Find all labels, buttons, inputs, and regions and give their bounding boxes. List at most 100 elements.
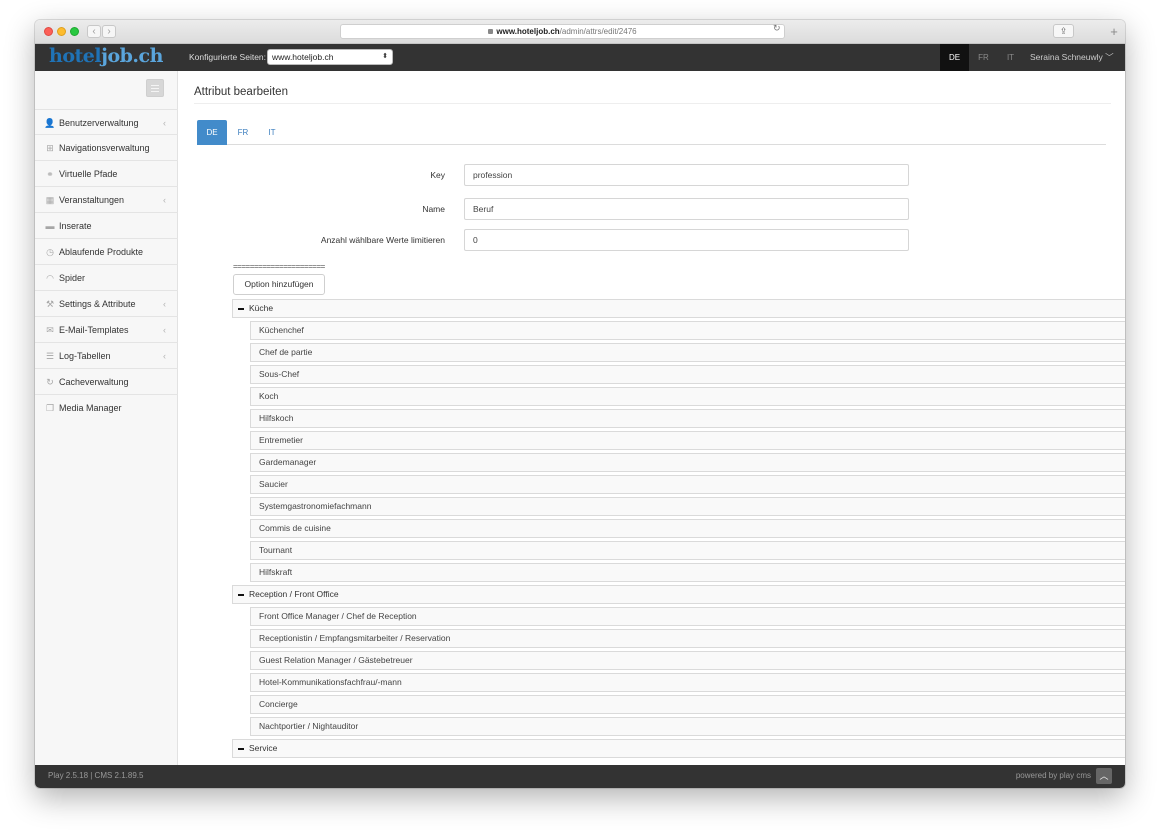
back-icon[interactable]: ‹ <box>87 25 101 38</box>
option-tree: Küche Küchenchef Chef de partie Sous-Che… <box>232 299 1125 761</box>
forward-icon[interactable]: › <box>102 25 116 38</box>
sidebar-item-label: E-Mail-Templates <box>59 325 129 335</box>
sidebar-item-benutzerverwaltung[interactable]: 👤 Benutzerverwaltung ‹ <box>35 109 178 135</box>
hamburger-line <box>151 85 159 86</box>
list-icon: ☰ <box>45 351 55 361</box>
sidebar-item-label: Inserate <box>59 221 92 231</box>
sidebar-item-inserate[interactable]: ▬ Inserate <box>35 213 178 239</box>
sidebar-item-ablaufende-produkte[interactable]: ◷ Ablaufende Produkte <box>35 239 178 265</box>
calendar-icon: ▦ <box>45 195 55 205</box>
wrench-icon: ⚒ <box>45 299 55 309</box>
zoom-window-button[interactable] <box>70 27 79 36</box>
option-item[interactable]: Front Office Manager / Chef de Reception <box>250 607 1125 626</box>
key-label: Key <box>430 170 445 180</box>
limit-input[interactable]: 0 <box>464 229 909 251</box>
option-item[interactable]: Systemgastronomiefachmann <box>250 497 1125 516</box>
sidebar-item-label: Navigationsverwaltung <box>59 143 150 153</box>
user-name: Seraina Schneuwly <box>1030 52 1103 62</box>
sidebar-item-veranstaltungen[interactable]: ▦ Veranstaltungen ‹ <box>35 187 178 213</box>
option-group-kueche[interactable]: Küche <box>232 299 1125 318</box>
sidebar-item-label: Cacheverwaltung <box>59 377 129 387</box>
sidebar-item-log-tabellen[interactable]: ☰ Log-Tabellen ‹ <box>35 343 178 369</box>
option-item[interactable]: Tournant <box>250 541 1125 560</box>
sidebar-item-label: Virtuelle Pfade <box>59 169 118 179</box>
sidebar-item-spider[interactable]: ◠ Spider <box>35 265 178 291</box>
logo-accent: job.ch <box>101 45 163 67</box>
browser-window: ‹ › www.hoteljob.ch/admin/attrs/edit/247… <box>35 20 1125 788</box>
key-row: Key profession <box>178 164 1125 186</box>
scroll-to-top-icon[interactable]: ︿ <box>1096 768 1112 784</box>
sidebar-item-virtuelle-pfade[interactable]: ⚭ Virtuelle Pfade <box>35 161 178 187</box>
key-input[interactable]: profession <box>464 164 909 186</box>
chevron-left-icon: ‹ <box>163 299 166 309</box>
language-it[interactable]: IT <box>996 44 1025 71</box>
collapse-icon[interactable] <box>238 594 244 596</box>
new-tab-icon[interactable]: + <box>1107 25 1121 40</box>
close-window-button[interactable] <box>44 27 53 36</box>
option-item[interactable]: Hilfskoch <box>250 409 1125 428</box>
tab-fr[interactable]: FR <box>228 120 258 145</box>
sidebar-item-cacheverwaltung[interactable]: ↻ Cacheverwaltung <box>35 369 178 395</box>
site-select[interactable]: www.hoteljob.ch ⬍ <box>267 49 393 65</box>
version-info: Play 2.5.18 | CMS 2.1.89.5 <box>48 771 144 780</box>
sidebar-item-media-manager[interactable]: ❐ Media Manager <box>35 395 178 421</box>
name-input[interactable]: Beruf <box>464 198 909 220</box>
option-item[interactable]: Chef de partie <box>250 343 1125 362</box>
site-select-value: www.hoteljob.ch <box>272 52 334 62</box>
collapse-icon[interactable] <box>238 748 244 750</box>
option-item[interactable]: Küchenchef <box>250 321 1125 340</box>
collapse-icon[interactable] <box>238 308 244 310</box>
envelope-icon: ✉ <box>46 325 54 335</box>
tab-it[interactable]: IT <box>257 120 287 145</box>
select-arrows-icon: ⬍ <box>382 53 388 60</box>
hoteljob-logo[interactable]: hoteljob.ch <box>49 45 163 67</box>
sidebar: 👤 Benutzerverwaltung ‹ ⊞ Navigationsverwalt… <box>35 71 178 765</box>
sitemap-icon: ⊞ <box>46 143 54 153</box>
option-group-reception[interactable]: Reception / Front Office <box>232 585 1125 604</box>
language-fr[interactable]: FR <box>969 44 998 71</box>
site-select-label: Konfigurierte Seiten: <box>189 52 267 62</box>
option-item[interactable]: Nachtportier / Nightauditor <box>250 717 1125 736</box>
link-icon: ⚭ <box>46 169 54 179</box>
sidebar-item-label: Veranstaltungen <box>59 195 125 205</box>
option-item[interactable]: Receptionistin / Empfangsmitarbeiter / R… <box>250 629 1125 648</box>
option-group-label: Reception / Front Office <box>249 589 339 599</box>
bed-icon: ▬ <box>45 221 55 231</box>
sidebar-item-navigationsverwaltung[interactable]: ⊞ Navigationsverwaltung <box>35 135 178 161</box>
option-item[interactable]: Entremetier <box>250 431 1125 450</box>
powered-by[interactable]: powered by play cms <box>1016 765 1091 786</box>
sidebar-item-email-templates[interactable]: ✉ E-Mail-Templates ‹ <box>35 317 178 343</box>
tab-de[interactable]: DE <box>197 120 227 145</box>
option-item[interactable]: Hotel-Kommunikationsfachfrau/-mann <box>250 673 1125 692</box>
hamburger-line <box>151 91 159 92</box>
option-item[interactable]: Sous-Chef <box>250 365 1125 384</box>
lock-icon <box>488 29 494 35</box>
user-menu[interactable]: Seraina Schneuwly ﹀ <box>1030 44 1114 71</box>
option-item[interactable]: Hilfskraft <box>250 563 1125 582</box>
user-icon: 👤 <box>44 118 56 128</box>
language-de[interactable]: DE <box>940 44 969 71</box>
title-divider <box>194 103 1111 104</box>
logo-main: hotel <box>49 45 102 67</box>
minimize-window-button[interactable] <box>57 27 66 36</box>
option-item[interactable]: Koch <box>250 387 1125 406</box>
option-item[interactable]: Concierge <box>250 695 1125 714</box>
share-icon[interactable]: ⇪ <box>1053 24 1074 38</box>
option-group-service[interactable]: Service <box>232 739 1125 758</box>
rss-icon: ◠ <box>46 273 54 283</box>
option-item[interactable]: Guest Relation Manager / Gästebetreuer <box>250 651 1125 670</box>
reload-icon[interactable]: ↻ <box>773 23 781 34</box>
add-option-button[interactable]: Option hinzufügen <box>233 274 325 295</box>
chevron-left-icon: ‹ <box>163 118 166 128</box>
sidebar-item-settings-attribute[interactable]: ⚒ Settings & Attribute ‹ <box>35 291 178 317</box>
chevron-left-icon: ‹ <box>163 325 166 335</box>
option-item[interactable]: Saucier <box>250 475 1125 494</box>
option-item[interactable]: Gardemanager <box>250 453 1125 472</box>
option-item[interactable]: Commis de cuisine <box>250 519 1125 538</box>
address-bar[interactable]: www.hoteljob.ch/admin/attrs/edit/2476 <box>340 24 785 39</box>
sidebar-nav: 👤 Benutzerverwaltung ‹ ⊞ Navigationsverwalt… <box>35 109 178 421</box>
sidebar-item-label: Media Manager <box>59 403 122 413</box>
name-label: Name <box>422 204 445 214</box>
menu-toggle-button[interactable] <box>146 79 164 97</box>
sidebar-item-label: Settings & Attribute <box>59 299 136 309</box>
